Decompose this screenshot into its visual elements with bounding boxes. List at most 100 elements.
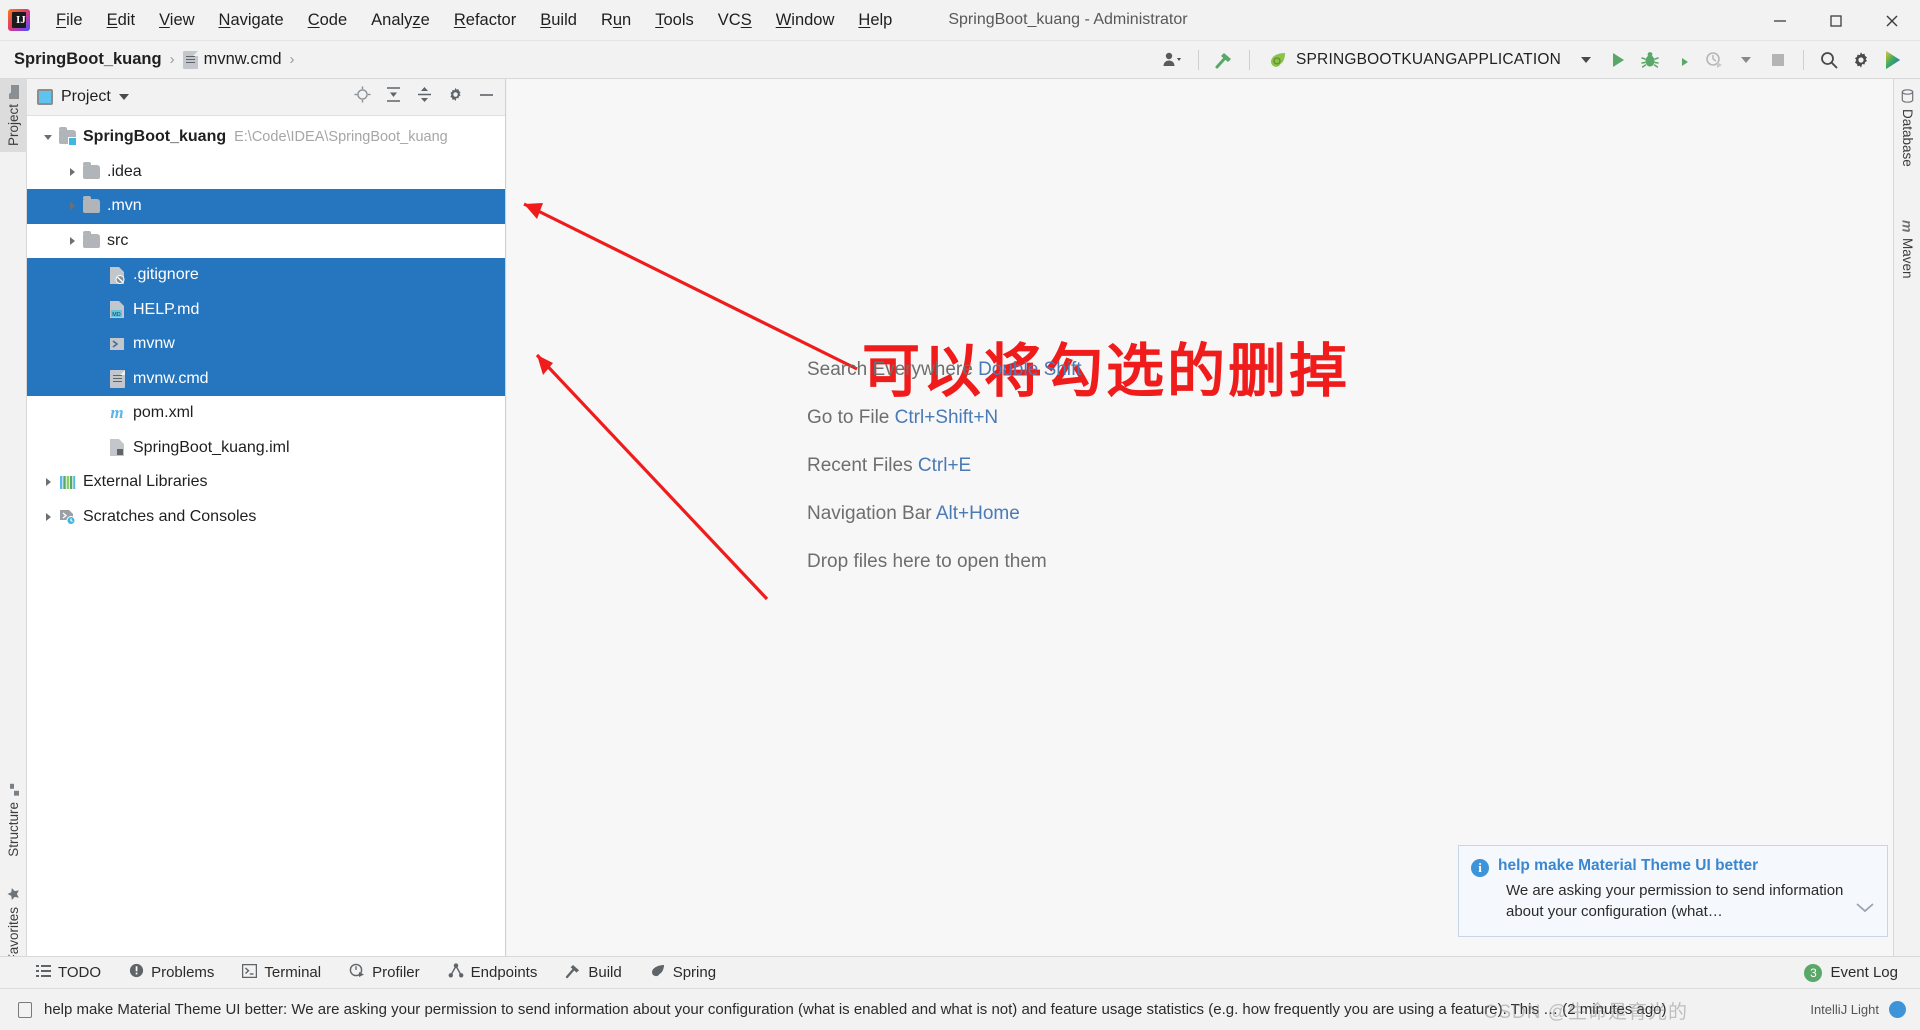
tree-node-label: mvnw — [133, 335, 175, 353]
tree-node[interactable]: m pom.xml — [27, 396, 505, 431]
libraries-icon — [57, 475, 77, 490]
minimize-button[interactable] — [1752, 0, 1808, 41]
stop-icon[interactable] — [1763, 45, 1793, 75]
breadcrumb-file-icon — [182, 50, 198, 69]
menu-item-vcs[interactable]: VCS — [706, 7, 764, 34]
todo-list-icon — [36, 964, 51, 982]
endpoints-icon — [448, 963, 464, 982]
run-configuration-name: SPRINGBOOTKUANGAPPLICATION — [1295, 50, 1561, 68]
status-bar-message[interactable]: help make Material Theme UI better: We a… — [44, 1001, 1667, 1018]
menu-item-file[interactable]: File — [44, 7, 95, 34]
close-button[interactable] — [1864, 0, 1920, 41]
chevron-right-icon[interactable] — [63, 163, 81, 181]
project-view-dropdown-icon[interactable] — [118, 94, 129, 100]
sidebar-item-structure[interactable]: Structure — [0, 777, 27, 863]
menu-item-help[interactable]: Help — [846, 7, 904, 34]
chevron-down-icon[interactable] — [39, 128, 57, 146]
structure-tab-label: Structure — [6, 802, 21, 857]
maven-tab-label: Maven — [1900, 238, 1915, 279]
editor-shortcut-hints: Search Everywhere Double Shift Go to File… — [807, 359, 1082, 599]
run-configuration-selector[interactable]: SPRINGBOOTKUANGAPPLICATION — [1260, 47, 1569, 73]
project-panel-actions — [354, 86, 495, 108]
intellij-logo-icon: IJ — [8, 9, 30, 31]
info-icon: i — [1471, 858, 1489, 877]
bottom-tab-todo[interactable]: TODO — [22, 957, 115, 989]
tree-node[interactable]: src — [27, 224, 505, 259]
left-tool-strip: Project Structure Favorites — [0, 79, 27, 973]
menu-item-edit[interactable]: Edit — [95, 7, 147, 34]
cmd-file-icon — [107, 369, 127, 388]
tree-node[interactable]: .idea — [27, 155, 505, 190]
bottom-tab-problems[interactable]: Problems — [115, 957, 228, 989]
hint-action: Navigation Bar — [807, 503, 932, 524]
project-tree: SpringBoot_kuang E:\Code\IDEA\SpringBoot_… — [27, 116, 505, 534]
hint-shortcut: Ctrl+Shift+N — [894, 407, 999, 428]
tree-node[interactable]: mvnw.cmd — [27, 361, 505, 396]
menu-item-code[interactable]: Code — [296, 7, 359, 34]
tree-node[interactable]: SpringBoot_kuang.iml — [27, 431, 505, 466]
breadcrumb-item-0[interactable]: SpringBoot_kuang — [14, 50, 162, 69]
chevron-right-icon[interactable] — [63, 197, 81, 215]
tree-node-label: .gitignore — [133, 266, 199, 284]
chevron-right-icon[interactable] — [39, 473, 57, 491]
project-tool-window: Project SpringBoot_kuang E:\Code\IDEA\Sp… — [27, 79, 506, 973]
expand-all-icon[interactable] — [385, 86, 402, 108]
search-icon[interactable] — [1814, 45, 1844, 75]
menu-item-analyze[interactable]: Analyze — [359, 7, 442, 34]
notification-icon[interactable] — [18, 1001, 32, 1018]
sidebar-item-database[interactable]: Database — [1894, 83, 1920, 173]
status-indicator-dot[interactable] — [1889, 1001, 1906, 1018]
user-icon[interactable] — [1158, 45, 1188, 75]
editor-hint: Navigation Bar Alt+Home — [807, 503, 1082, 525]
settings-gear-icon[interactable] — [1846, 45, 1876, 75]
breadcrumb-separator: › — [169, 51, 175, 68]
menu-item-run[interactable]: Run — [589, 7, 643, 34]
bottom-tab-label: Endpoints — [470, 964, 538, 981]
tree-node[interactable]: .gitignore — [27, 258, 505, 293]
bottom-tab-terminal[interactable]: Terminal — [228, 957, 335, 989]
profile-icon[interactable] — [1699, 45, 1729, 75]
settings-gear-icon[interactable] — [447, 86, 464, 108]
tree-node[interactable]: SpringBoot_kuang E:\Code\IDEA\SpringBoot_… — [27, 120, 505, 155]
tree-node[interactable]: MD HELP.md — [27, 292, 505, 327]
build-hammer-icon[interactable] — [1209, 45, 1239, 75]
event-log-button[interactable]: 3 Event Log — [1804, 963, 1920, 982]
chevron-right-icon[interactable] — [63, 232, 81, 250]
notification-popup[interactable]: i help make Material Theme UI better We … — [1458, 844, 1888, 937]
breadcrumb-item-1[interactable]: mvnw.cmd — [204, 50, 282, 69]
maximize-button[interactable] — [1808, 0, 1864, 41]
debug-icon[interactable] — [1635, 45, 1665, 75]
menu-item-refactor[interactable]: Refactor — [442, 7, 528, 34]
menu-item-navigate[interactable]: Navigate — [207, 7, 296, 34]
shell-script-icon — [107, 336, 127, 352]
tree-arrow-spacer — [89, 335, 107, 353]
sidebar-item-maven[interactable]: m Maven — [1894, 214, 1920, 285]
sidebar-item-project[interactable]: Project — [0, 79, 27, 153]
collapse-all-icon[interactable] — [416, 86, 433, 108]
bottom-tab-profiler[interactable]: Profiler — [335, 957, 434, 989]
bottom-tab-build[interactable]: Build — [551, 957, 635, 989]
profile-dropdown-icon[interactable] — [1731, 45, 1761, 75]
ide-logo-icon[interactable] — [1878, 45, 1908, 75]
bottom-tab-endpoints[interactable]: Endpoints — [434, 957, 552, 989]
run-icon[interactable] — [1603, 45, 1633, 75]
tree-node[interactable]: External Libraries — [27, 465, 505, 500]
run-config-dropdown-icon[interactable] — [1571, 45, 1601, 75]
run-with-coverage-icon[interactable] — [1667, 45, 1697, 75]
bottom-tab-spring[interactable]: Spring — [636, 957, 730, 989]
module-folder-icon — [57, 127, 77, 147]
locate-icon[interactable] — [354, 86, 371, 108]
menu-item-tools[interactable]: Tools — [643, 7, 706, 34]
status-bar-right: IntelliJ Light — [1810, 1001, 1920, 1018]
hide-panel-icon[interactable] — [478, 86, 495, 108]
menu-item-view[interactable]: View — [147, 7, 206, 34]
menu-item-window[interactable]: Window — [764, 7, 847, 34]
project-tab-label: Project — [6, 104, 21, 147]
chevron-right-icon[interactable] — [39, 508, 57, 526]
tree-node[interactable]: Scratches and Consoles — [27, 500, 505, 535]
tree-node-label: External Libraries — [83, 473, 208, 491]
menu-item-build[interactable]: Build — [528, 7, 589, 34]
chevron-down-icon[interactable] — [1855, 901, 1875, 923]
tree-node[interactable]: mvnw — [27, 327, 505, 362]
tree-node[interactable]: .mvn — [27, 189, 505, 224]
